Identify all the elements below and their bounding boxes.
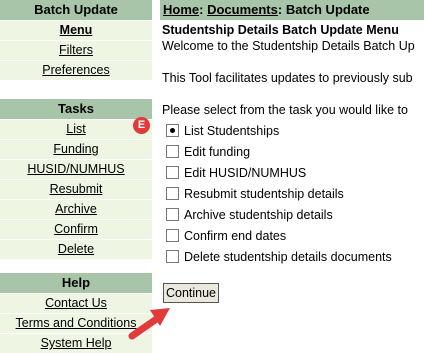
radio-button[interactable] [166,124,179,137]
preferences-link[interactable]: Preferences [42,63,109,77]
sidebar-item-filters[interactable]: Filters [0,40,152,60]
sidebar-item-husid[interactable]: HUSID/NUMHUS [0,159,152,179]
filters-link[interactable]: Filters [59,43,93,57]
welcome-text: Welcome to the Studentship Details Batch… [162,39,415,53]
sidebar-item-archive[interactable]: Archive [0,199,152,219]
description-text: This Tool facilitates updates to previou… [162,71,413,85]
confirm-link[interactable]: Confirm [54,222,98,236]
system-help-link[interactable]: System Help [41,336,112,350]
breadcrumb-home-link[interactable]: Home [163,2,199,17]
breadcrumb-documents-link[interactable]: Documents [207,2,278,17]
help-heading: Help [0,273,152,293]
option-label: Archive studentship details [184,208,333,222]
sidebar-item-menu[interactable]: Menu [0,20,152,40]
sidebar-item-list[interactable]: List [0,119,152,139]
sidebar-item-resubmit[interactable]: Resubmit [0,179,152,199]
archive-link[interactable]: Archive [55,202,97,216]
radio-button[interactable] [166,229,179,242]
list-link[interactable]: List [66,122,85,136]
option-label: Resubmit studentship details [184,187,344,201]
tasks-heading: Tasks [0,99,152,119]
delete-link[interactable]: Delete [58,242,94,256]
menu-link[interactable]: Menu [60,23,93,37]
funding-link[interactable]: Funding [53,142,98,156]
contact-us-link[interactable]: Contact Us [45,296,107,310]
option-label: List Studentships [184,124,280,138]
annotation-badge: E [133,117,150,134]
annotation-arrow-icon [128,308,170,340]
radio-button[interactable] [166,250,179,263]
batch-update-heading: Batch Update [0,0,152,20]
sidebar-item-funding[interactable]: Funding [0,139,152,159]
option-label: Edit HUSID/NUMHUS [184,166,307,180]
breadcrumb-separator: : [199,2,208,17]
tasks-panel: Tasks List Funding HUSID/NUMHUS Resubmit… [0,99,152,259]
resubmit-link[interactable]: Resubmit [50,182,103,196]
sidebar-item-preferences[interactable]: Preferences [0,60,152,80]
sidebar-item-confirm[interactable]: Confirm [0,219,152,239]
breadcrumb-current: Batch Update [285,2,370,17]
breadcrumb: Home: Documents: Batch Update [160,0,424,20]
option-label: Delete studentship details documents [184,250,392,264]
radio-button[interactable] [166,187,179,200]
option-label: Confirm end dates [184,229,287,243]
sidebar-item-delete[interactable]: Delete [0,239,152,259]
batch-update-panel: Batch Update Menu Filters Preferences [0,0,152,80]
breadcrumb-separator: : [277,2,286,17]
husid-link[interactable]: HUSID/NUMHUS [27,162,124,176]
radio-button[interactable] [166,145,179,158]
radio-button[interactable] [166,166,179,179]
terms-link[interactable]: Terms and Conditions [16,316,137,330]
task-prompt: Please select from the task you would li… [162,103,408,117]
option-label: Edit funding [184,145,251,159]
radio-button[interactable] [166,208,179,221]
page-title: Studentship Details Batch Update Menu [162,23,399,37]
